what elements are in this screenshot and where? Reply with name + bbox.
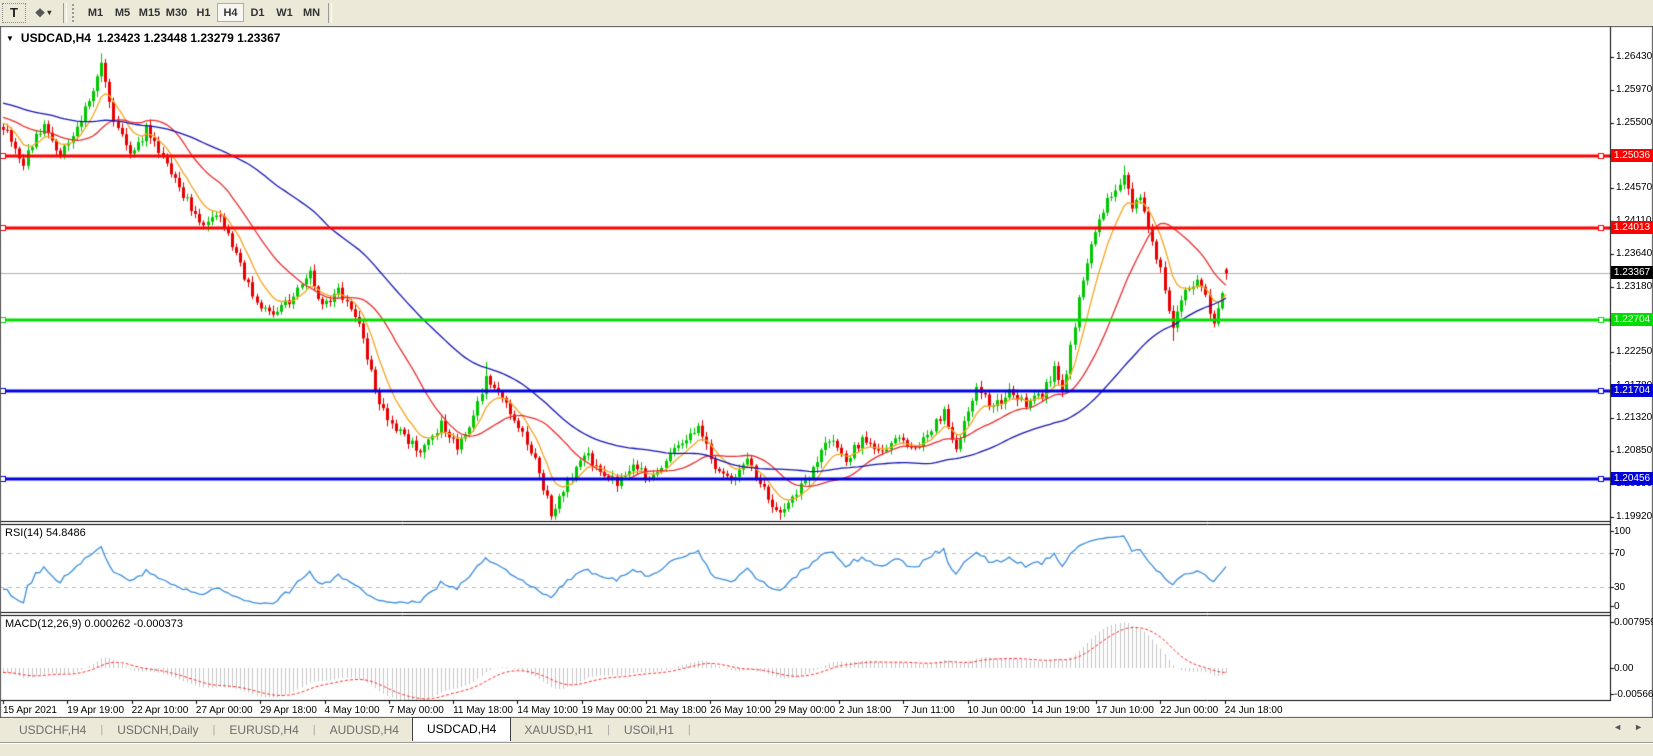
date-tick-label: 26 May 10:00 [710, 705, 771, 716]
rsi-label: RSI(14) 54.8486 [5, 527, 86, 539]
price-level-badge: 1.25036 [1611, 149, 1653, 162]
price-tick-label: 1.25500 [1616, 118, 1653, 128]
price-level-badge: 1.24013 [1611, 221, 1653, 234]
symbol-label: USDCAD,H4 [21, 31, 91, 45]
timeframe-button-d1[interactable]: D1 [244, 3, 271, 22]
mt4-terminal: T ❖ ▾ M1M5M15M30H1H4D1W1MN ▼ USDCAD,H4 1… [0, 0, 1653, 755]
symbol-dropdown-icon[interactable]: ▼ [6, 34, 14, 43]
tab-scroll-right-icon[interactable]: ► [1634, 722, 1643, 732]
draw-tool-button[interactable]: ❖ ▾ [26, 3, 60, 23]
macd-tick-label: 0.007959 [1614, 617, 1653, 628]
timeframe-button-m1[interactable]: M1 [82, 3, 109, 22]
top-toolbar: T ❖ ▾ M1M5M15M30H1H4D1W1MN [0, 0, 1653, 25]
chart-tab-audusd-h4[interactable]: AUDUSD,H4 [317, 719, 412, 741]
chart-tab-xauusd-h1[interactable]: XAUUSD,H1 [511, 719, 606, 741]
price-tick-label: 1.20850 [1616, 446, 1653, 456]
tab-separator: | [687, 724, 692, 736]
chart-tab-usdchf-h4[interactable]: USDCHF,H4 [6, 719, 99, 741]
chart-tab-usdcad-h4[interactable]: USDCAD,H4 [412, 717, 511, 741]
text-tool-button[interactable]: T [2, 3, 26, 23]
price-tick-label: 1.19920 [1616, 512, 1653, 522]
draw-tool-icon: ❖ [35, 6, 46, 20]
chevron-down-icon: ▾ [47, 8, 51, 17]
price-level-badge: 1.21704 [1611, 384, 1653, 397]
price-tick-label: 1.24570 [1616, 183, 1653, 193]
price-tick-label: 1.25970 [1616, 85, 1653, 95]
chart-window: ▼ USDCAD,H4 1.23423 1.23448 1.23279 1.23… [0, 26, 1653, 718]
date-tick-label: 2 Jun 18:00 [839, 705, 891, 716]
price-level-badge: 1.22704 [1611, 313, 1653, 326]
date-tick-label: 19 May 00:00 [582, 705, 643, 716]
timeframe-button-m30[interactable]: M30 [163, 3, 190, 22]
timeframe-button-mn[interactable]: MN [298, 3, 325, 22]
date-tick-label: 14 May 10:00 [517, 705, 578, 716]
macd-label: MACD(12,26,9) 0.000262 -0.000373 [5, 618, 183, 630]
rsi-tick-label: 100 [1614, 526, 1631, 537]
date-tick-label: 21 May 18:00 [646, 705, 707, 716]
timeframe-button-m5[interactable]: M5 [109, 3, 136, 22]
date-tick-label: 10 Jun 00:00 [968, 705, 1026, 716]
date-tick-label: 15 Apr 2021 [3, 705, 57, 716]
chart-tab-bar: USDCHF,H4|USDCNH,Daily|EURUSD,H4|AUDUSD,… [0, 718, 1653, 742]
toolbar-grip[interactable] [72, 4, 78, 22]
date-tick-label: 7 May 00:00 [389, 705, 444, 716]
date-tick-label: 29 May 00:00 [775, 705, 836, 716]
date-tick-label: 17 Jun 10:00 [1096, 705, 1154, 716]
chart-tab-usdcnh-daily[interactable]: USDCNH,Daily [104, 719, 211, 741]
timeframe-button-h4[interactable]: H4 [217, 3, 244, 22]
rsi-tick-label: 70 [1614, 548, 1625, 559]
date-tick-label: 7 Jun 11:00 [903, 705, 955, 716]
date-tick-label: 19 Apr 19:00 [67, 705, 124, 716]
ohlc-quote: 1.23423 1.23448 1.23279 1.23367 [97, 31, 281, 45]
date-tick-label: 14 Jun 19:00 [1032, 705, 1090, 716]
status-bar [0, 742, 1653, 756]
price-tick-label: 1.23640 [1616, 249, 1653, 259]
macd-tick-label: 0.00 [1614, 663, 1633, 674]
timeframe-button-h1[interactable]: H1 [190, 3, 217, 22]
rsi-tick-label: 30 [1614, 582, 1625, 593]
price-level-badge: 1.23367 [1611, 266, 1653, 279]
rsi-tick-label: 0 [1614, 601, 1620, 612]
timeframe-button-w1[interactable]: W1 [271, 3, 298, 22]
toolbar-separator [328, 3, 332, 23]
price-chart-canvas[interactable] [0, 26, 1653, 718]
chart-ohlc-header: ▼ USDCAD,H4 1.23423 1.23448 1.23279 1.23… [6, 31, 280, 45]
date-tick-label: 22 Jun 00:00 [1160, 705, 1218, 716]
toolbar-separator [63, 3, 67, 23]
date-tick-label: 29 Apr 18:00 [260, 705, 317, 716]
price-tick-label: 1.21320 [1616, 413, 1653, 423]
date-tick-label: 11 May 18:00 [453, 705, 513, 716]
macd-tick-label: -0.005663 [1614, 689, 1653, 700]
tab-scroll-left-icon[interactable]: ◄ [1613, 722, 1622, 732]
timeframe-button-m15[interactable]: M15 [136, 3, 163, 22]
price-tick-label: 1.23180 [1616, 282, 1653, 292]
chart-tab-eurusd-h4[interactable]: EURUSD,H4 [216, 719, 311, 741]
chart-tab-usoil-h1[interactable]: USOil,H1 [611, 719, 687, 741]
price-level-badge: 1.20456 [1611, 472, 1653, 485]
price-tick-label: 1.26430 [1616, 52, 1653, 62]
timeframe-button-group: M1M5M15M30H1H4D1W1MN [82, 0, 325, 25]
price-tick-label: 1.22250 [1616, 347, 1653, 357]
date-tick-label: 4 May 10:00 [325, 705, 380, 716]
date-tick-label: 22 Apr 10:00 [132, 705, 189, 716]
date-tick-label: 24 Jun 18:00 [1225, 705, 1283, 716]
date-tick-label: 27 Apr 00:00 [196, 705, 253, 716]
